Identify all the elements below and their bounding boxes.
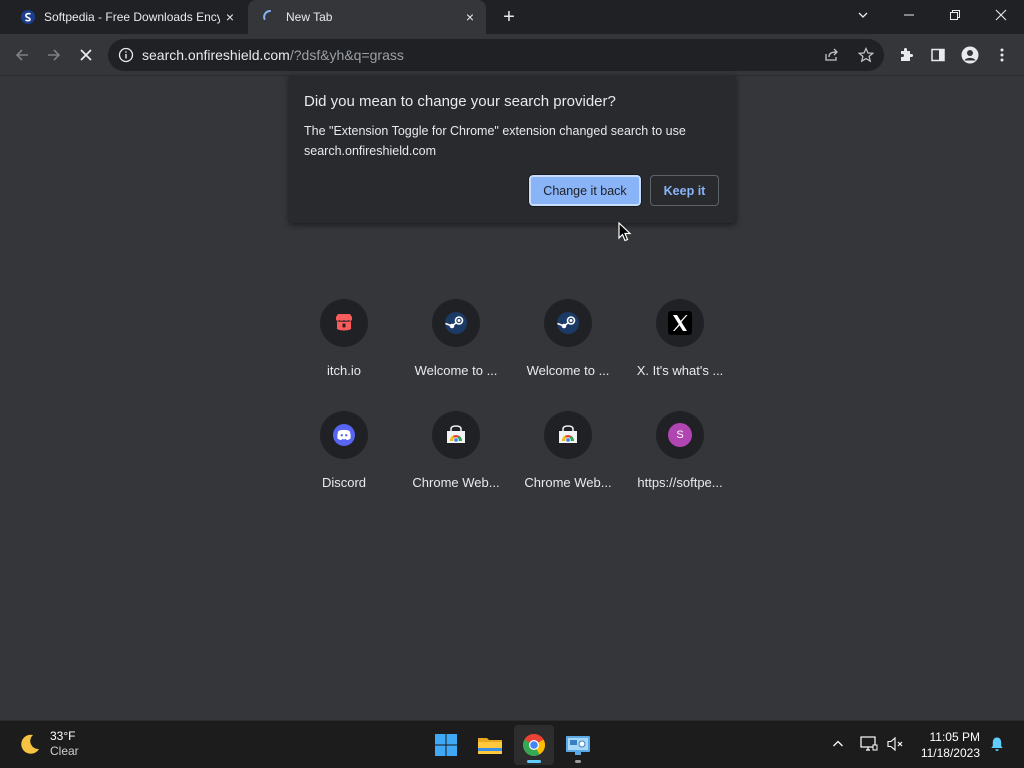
keep-it-button[interactable]: Keep it [650, 175, 719, 206]
shortcut-label: itch.io [327, 363, 361, 378]
steam-icon [432, 299, 480, 347]
shortcut-softpedia[interactable]: S https://softpe... [624, 411, 736, 523]
chrome-taskbar-button[interactable] [514, 725, 554, 765]
discord-icon [320, 411, 368, 459]
control-panel-icon [566, 736, 590, 755]
extensions-button[interactable] [892, 41, 920, 69]
new-tab-button[interactable]: + [496, 5, 522, 29]
shortcut-label: Welcome to ... [526, 363, 610, 378]
close-icon [80, 49, 92, 61]
side-panel-button[interactable] [924, 41, 952, 69]
chevron-up-icon [833, 740, 843, 747]
arrow-right-icon [48, 49, 61, 61]
shortcut-chrome-web-store-2[interactable]: Chrome Web... [512, 411, 624, 523]
weather-description: Clear [50, 744, 79, 758]
moon-icon [21, 734, 39, 754]
active-app-indicator [527, 760, 541, 763]
close-icon [995, 9, 1007, 21]
shortcut-x[interactable]: X. It's what's ... [624, 299, 736, 411]
shortcut-label: https://softpe... [637, 475, 723, 490]
folder-icon [478, 738, 502, 754]
change-it-back-button[interactable]: Change it back [528, 174, 642, 207]
dialog-title: Did you mean to change your search provi… [304, 93, 616, 110]
shortcut-label: Chrome Web... [412, 475, 500, 490]
tab-title: New Tab [286, 10, 333, 24]
loading-spinner-icon [262, 9, 278, 25]
minimize-icon [904, 14, 914, 16]
stop-loading-button[interactable] [72, 41, 100, 69]
shortcut-label: X. It's what's ... [636, 363, 724, 378]
tab-search-button[interactable] [840, 0, 886, 30]
share-icon[interactable] [818, 39, 846, 71]
forward-button[interactable] [40, 41, 68, 69]
windows-taskbar: 33°F Clear 11:05 PM 11/18/2023 [0, 720, 1024, 768]
avatar-icon [961, 46, 979, 64]
shortcut-steam-2[interactable]: Welcome to ... [512, 299, 624, 411]
shortcut-label: Chrome Web... [524, 475, 612, 490]
arrow-left-icon [15, 49, 28, 61]
close-tab-icon[interactable]: × [460, 7, 480, 27]
clock-date: 11/18/2023 [920, 746, 980, 760]
puzzle-icon [901, 48, 913, 61]
system-clock[interactable]: 11:05 PM 11/18/2023 [921, 729, 980, 761]
x-icon [656, 299, 704, 347]
side-panel-icon [931, 48, 945, 62]
notifications-button[interactable] [986, 733, 1008, 755]
file-explorer-button[interactable] [470, 725, 510, 765]
control-panel-button[interactable] [558, 725, 598, 765]
browser-toolbar: search.onfireshield.com/?dsf&yh&q=grass [0, 34, 1024, 76]
bell-icon [991, 737, 1003, 751]
menu-button[interactable] [988, 41, 1016, 69]
running-app-indicator [575, 760, 581, 763]
restore-icon [950, 10, 960, 20]
url-host: search.onfireshield.com [142, 47, 290, 63]
shortcut-chrome-web-store-1[interactable]: Chrome Web... [400, 411, 512, 523]
chevron-down-icon [858, 12, 868, 18]
shortcut-label: Discord [321, 475, 367, 490]
network-icon [860, 736, 878, 751]
chrome-web-store-icon [544, 411, 592, 459]
letter-s-icon: S [668, 423, 692, 447]
restore-button[interactable] [932, 0, 978, 30]
shortcut-label: Welcome to ... [414, 363, 498, 378]
mouse-pointer-icon [618, 222, 632, 242]
network-button[interactable] [858, 733, 880, 755]
show-hidden-icons-button[interactable] [827, 733, 849, 755]
dialog-message: The "Extension Toggle for Chrome" extens… [304, 124, 686, 158]
minimize-button[interactable] [886, 0, 932, 30]
start-button[interactable] [426, 725, 466, 765]
volume-button[interactable] [884, 733, 906, 755]
site-info-icon[interactable] [118, 47, 134, 63]
weather-widget[interactable]: 33°F Clear [18, 729, 79, 759]
back-button[interactable] [8, 41, 36, 69]
chrome-icon [523, 734, 545, 756]
close-window-button[interactable] [978, 0, 1024, 30]
title-bar: Softpedia - Free Downloads Encyclopedia … [0, 0, 1024, 34]
softpedia-icon [20, 9, 36, 25]
kebab-menu-icon [1000, 48, 1004, 62]
steam-icon [544, 299, 592, 347]
tab-new-tab[interactable]: New Tab × [248, 0, 486, 34]
clock-time: 11:05 PM [929, 730, 980, 744]
close-tab-icon[interactable]: × [220, 7, 240, 27]
address-bar[interactable]: search.onfireshield.com/?dsf&yh&q=grass [108, 39, 884, 71]
shortcut-itch-io[interactable]: itch.io [288, 299, 400, 411]
tab-softpedia[interactable]: Softpedia - Free Downloads Encyclopedia … [8, 0, 246, 34]
itch-io-icon [320, 299, 368, 347]
speaker-muted-icon [887, 736, 903, 752]
weather-temperature: 33°F [50, 729, 76, 743]
chrome-web-store-icon [432, 411, 480, 459]
tab-title: Softpedia - Free Downloads Encyclopedia [44, 10, 220, 24]
shortcut-discord[interactable]: Discord [288, 411, 400, 523]
shortcut-steam-1[interactable]: Welcome to ... [400, 299, 512, 411]
windows-logo-icon [435, 734, 457, 756]
url-path: /?dsf&yh&q=grass [289, 47, 404, 63]
profile-button[interactable] [956, 41, 984, 69]
bookmark-star-icon[interactable] [852, 39, 880, 71]
